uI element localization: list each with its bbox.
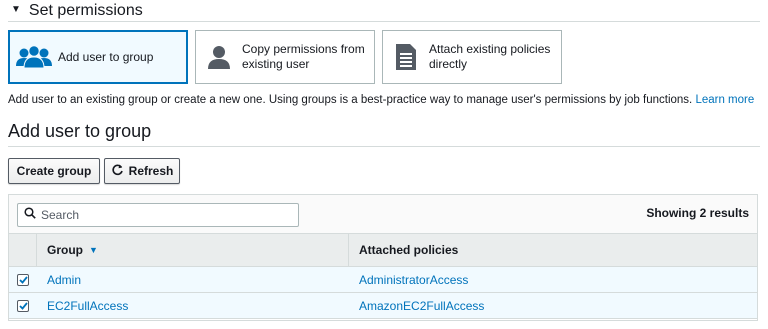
table-row[interactable]: EC2FullAccess AmazonEC2FullAccess <box>9 293 757 319</box>
column-header-group[interactable]: Group ▼ <box>37 234 349 266</box>
section-title: Set permissions <box>28 1 143 19</box>
option-label: Attach existing policies directly <box>429 42 550 72</box>
search-input[interactable] <box>36 208 286 222</box>
option-label-line1: Copy permissions from <box>242 42 365 56</box>
description-body: Add user to an existing group or create … <box>8 94 696 106</box>
row-select-cell <box>9 267 37 292</box>
refresh-button[interactable]: Refresh <box>104 158 180 184</box>
policy-link[interactable]: AmazonEC2FullAccess <box>359 299 484 313</box>
option-copy-permissions[interactable]: Copy permissions from existing user <box>195 30 375 84</box>
column-header-policies: Attached policies <box>349 234 757 266</box>
row-checkbox[interactable] <box>17 299 29 312</box>
search-box[interactable] <box>17 203 299 227</box>
policy-cell: AdministratorAccess <box>349 267 757 292</box>
caret-down-icon[interactable]: ▼ <box>11 4 21 15</box>
option-add-user-to-group[interactable]: Add user to group <box>8 30 188 84</box>
row-checkbox[interactable] <box>17 273 29 286</box>
policy-cell: AmazonEC2FullAccess <box>349 293 757 318</box>
sort-down-icon[interactable]: ▼ <box>89 245 98 255</box>
group-name-cell: EC2FullAccess <box>37 293 349 318</box>
option-label-line2: directly <box>429 57 468 71</box>
option-label: Copy permissions from existing user <box>242 42 365 72</box>
table-toolbar: Showing 2 results <box>9 195 757 234</box>
refresh-label: Refresh <box>128 164 174 178</box>
header-select-cell <box>9 234 37 266</box>
table-row[interactable]: Admin AdministratorAccess <box>9 267 757 293</box>
option-label-line2: existing user <box>242 57 310 71</box>
divider <box>8 146 760 147</box>
group-name-cell: Admin <box>37 267 349 292</box>
option-attach-policies[interactable]: Attach existing policies directly <box>382 30 562 84</box>
create-group-button[interactable]: Create group <box>8 158 100 184</box>
groups-table: Showing 2 results Group ▼ Attached polic… <box>8 194 758 321</box>
group-link[interactable]: EC2FullAccess <box>47 299 128 313</box>
refresh-icon <box>111 163 124 179</box>
group-link[interactable]: Admin <box>47 273 81 287</box>
user-icon <box>196 45 242 69</box>
option-label: Add user to group <box>58 49 154 64</box>
page-subheading: Add user to group <box>8 121 152 141</box>
create-group-label: Create group <box>16 164 92 178</box>
results-count: Showing 2 results <box>646 206 749 220</box>
document-icon <box>383 44 429 70</box>
option-label-line1: Attach existing policies <box>429 42 551 56</box>
description-text: Add user to an existing group or create … <box>8 94 754 106</box>
search-icon <box>24 206 36 224</box>
table-header: Group ▼ Attached policies <box>9 234 757 267</box>
users-group-icon <box>10 45 58 69</box>
row-select-cell <box>9 293 37 318</box>
policy-link[interactable]: AdministratorAccess <box>359 273 468 287</box>
column-header-group-label: Group <box>47 243 83 257</box>
set-permissions-header[interactable]: ▼ Set permissions <box>8 0 760 22</box>
learn-more-link[interactable]: Learn more <box>695 94 754 106</box>
column-header-policies-label: Attached policies <box>359 243 459 257</box>
